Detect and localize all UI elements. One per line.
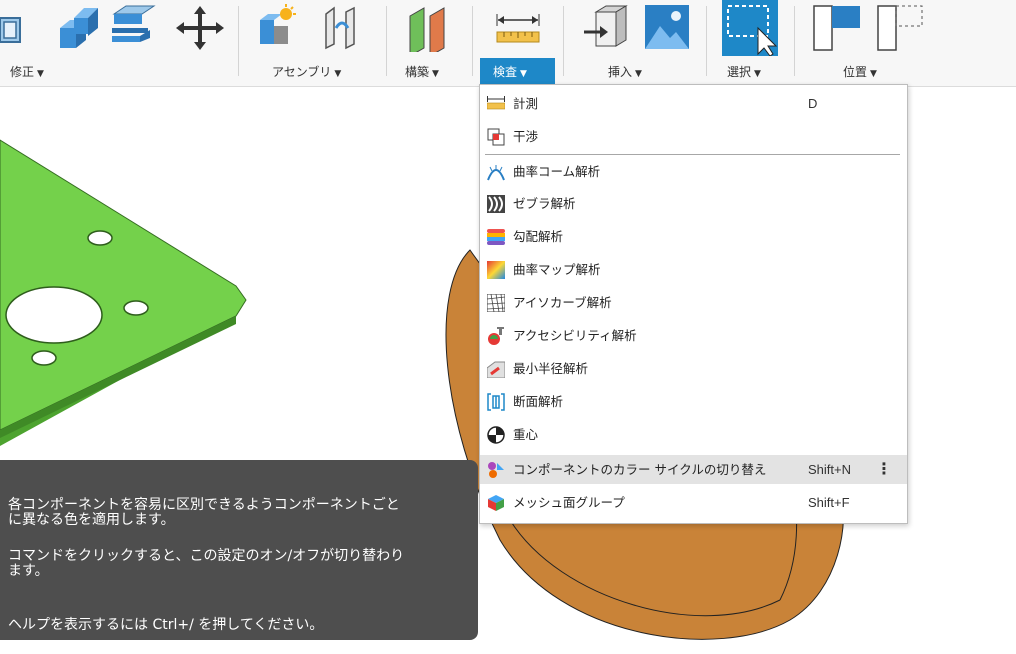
toolbar-separator xyxy=(794,6,795,76)
section-analysis-icon xyxy=(487,393,505,411)
toolbar-separator xyxy=(472,6,473,76)
menu-item-component-color-cycle[interactable]: コンポーネントのカラー サイクルの切り替え Shift+N ⋮ xyxy=(480,455,907,484)
menu-item-section-analysis[interactable]: 断面解析 xyxy=(480,387,907,416)
tooltip-help-hint: ヘルプを表示するには Ctrl+/ を押してください。 xyxy=(8,617,324,633)
assemble-group-label[interactable]: アセンブリ ▼ xyxy=(272,64,341,82)
mesh-face-groups-icon xyxy=(488,495,504,511)
min-radius-icon xyxy=(487,361,505,378)
green-plate-body[interactable] xyxy=(0,139,247,446)
new-component-icon[interactable] xyxy=(258,4,302,52)
measure-icon[interactable] xyxy=(496,14,540,44)
menu-item-center-of-mass[interactable]: 重心 xyxy=(480,420,907,449)
menu-item-curvature-map[interactable]: 曲率マップ解析 xyxy=(480,255,907,284)
tooltip-description-line: に異なる色を適用します。 xyxy=(8,512,175,528)
construct-group-label[interactable]: 構築 ▼ xyxy=(405,64,439,82)
tooltip-description-line: 各コンポーネントを容易に区別できるようコンポーネントごと xyxy=(8,497,400,513)
command-tooltip: 各コンポーネントを容易に区別できるようコンポーネントごと に異なる色を適用します… xyxy=(0,460,478,640)
isocurve-icon xyxy=(487,294,505,312)
fillet-icon[interactable] xyxy=(58,4,100,52)
menu-item-curvature-comb[interactable]: 曲率コーム解析 xyxy=(480,157,907,186)
menu-item-isocurve[interactable]: アイソカーブ解析 xyxy=(480,288,907,317)
toolbar-separator xyxy=(238,6,239,76)
menu-item-zebra[interactable]: ゼブラ解析 xyxy=(480,189,907,218)
revert-position-icon[interactable] xyxy=(876,2,928,52)
move-icon[interactable] xyxy=(176,6,224,50)
center-of-mass-icon xyxy=(487,426,505,444)
menu-item-mesh-face-groups[interactable]: メッシュ面グループ Shift+F xyxy=(480,488,907,517)
interference-icon xyxy=(487,128,505,146)
select-group-label[interactable]: 選択 ▼ xyxy=(727,64,761,82)
toolbar-separator xyxy=(563,6,564,76)
joint-icon[interactable] xyxy=(320,4,364,52)
insert-group-label[interactable]: 挿入 ▼ xyxy=(608,64,642,82)
inspect-dropdown-menu: 計測 D 干渉 曲率コーム解析 ゼブラ解析 勾配解析 曲率マップ解析 アイソカー… xyxy=(479,84,908,524)
toolbar: 修正 ▼ アセンブリ ▼ 構築 ▼ 検査 ▼ 挿入 ▼ 選択 ▼ 位置 ▼ xyxy=(0,0,1016,87)
tooltip-description-line: コマンドをクリックすると、この設定のオン/オフが切り替わり xyxy=(8,548,405,564)
menu-item-measure[interactable]: 計測 D xyxy=(480,89,907,118)
accessibility-icon xyxy=(488,327,504,345)
modify-group-label[interactable]: 修正 ▼ xyxy=(10,64,44,82)
tab-inspect[interactable]: 検査 ▼ xyxy=(480,58,555,84)
insert-derive-icon[interactable] xyxy=(582,4,628,52)
menu-item-accessibility[interactable]: アクセシビリティ解析 xyxy=(480,321,907,350)
press-pull-icon[interactable] xyxy=(0,4,28,48)
menu-item-min-radius[interactable]: 最小半径解析 xyxy=(480,354,907,383)
offset-plane-icon[interactable] xyxy=(406,4,454,52)
insert-canvas-icon[interactable] xyxy=(644,4,690,50)
menu-item-draft-analysis[interactable]: 勾配解析 xyxy=(480,222,907,251)
toolbar-separator xyxy=(706,6,707,76)
tooltip-description-line: ます。 xyxy=(8,563,49,579)
curvature-map-icon xyxy=(487,261,505,279)
draft-analysis-icon xyxy=(487,229,505,245)
component-color-cycle-icon xyxy=(488,462,504,478)
shell-icon[interactable] xyxy=(110,4,158,52)
measure-icon xyxy=(487,96,505,110)
more-options-icon[interactable]: ⋮ xyxy=(876,459,892,478)
inspect-group-label[interactable]: 検査 ▼ xyxy=(493,64,527,82)
curvature-comb-icon xyxy=(487,165,505,181)
zebra-icon xyxy=(487,195,505,213)
capture-position-icon[interactable] xyxy=(812,2,864,52)
position-group-label[interactable]: 位置 ▼ xyxy=(843,64,877,82)
select-icon[interactable] xyxy=(722,0,778,56)
menu-separator xyxy=(485,154,900,155)
menu-item-interference[interactable]: 干渉 xyxy=(480,122,907,151)
toolbar-separator xyxy=(386,6,387,76)
